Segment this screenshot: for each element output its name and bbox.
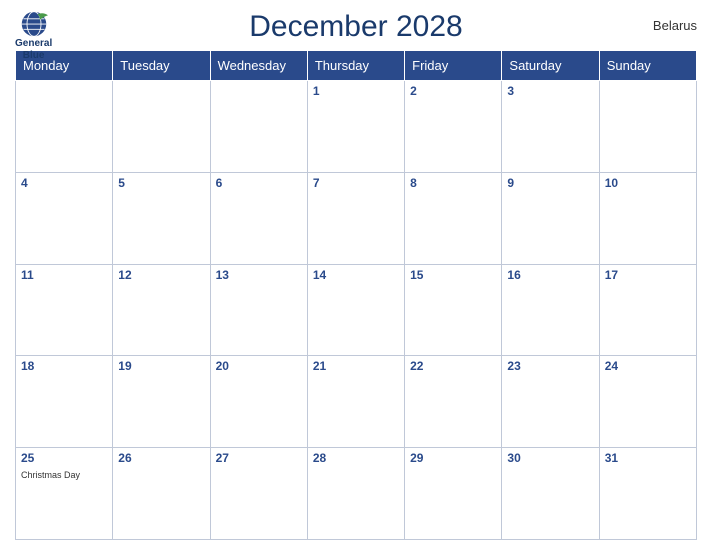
calendar-header: General Blue December 2028 Belarus [15, 10, 697, 44]
calendar-table: Monday Tuesday Wednesday Thursday Friday… [15, 50, 697, 540]
table-cell: 8 [405, 172, 502, 264]
table-cell: 29 [405, 448, 502, 540]
table-cell: 14 [307, 264, 404, 356]
week-row-1: 1 2 3 [16, 81, 697, 173]
header-thursday: Thursday [307, 51, 404, 81]
table-cell: 16 [502, 264, 599, 356]
table-cell-christmas: 25 Christmas Day [16, 448, 113, 540]
table-cell: 17 [599, 264, 696, 356]
calendar-container: General Blue December 2028 Belarus Monda… [0, 0, 712, 550]
calendar-title: December 2028 [249, 10, 462, 44]
table-cell: 1 [307, 81, 404, 173]
header-sunday: Sunday [599, 51, 696, 81]
table-cell: 7 [307, 172, 404, 264]
table-cell: 19 [113, 356, 210, 448]
logo-icon [16, 10, 52, 38]
table-cell [16, 81, 113, 173]
logo-line2: Blue [23, 50, 45, 62]
table-cell: 26 [113, 448, 210, 540]
table-cell: 27 [210, 448, 307, 540]
logo-line1: General [15, 38, 52, 50]
table-cell [113, 81, 210, 173]
week-row-2: 4 5 6 7 8 9 10 [16, 172, 697, 264]
country-label: Belarus [653, 18, 697, 33]
table-cell: 20 [210, 356, 307, 448]
table-cell: 21 [307, 356, 404, 448]
logo: General Blue [15, 10, 52, 62]
week-row-5: 25 Christmas Day 26 27 28 29 30 31 [16, 448, 697, 540]
table-cell: 30 [502, 448, 599, 540]
table-cell: 31 [599, 448, 696, 540]
table-cell: 22 [405, 356, 502, 448]
table-cell: 13 [210, 264, 307, 356]
table-cell: 24 [599, 356, 696, 448]
table-cell: 5 [113, 172, 210, 264]
table-cell [210, 81, 307, 173]
header-tuesday: Tuesday [113, 51, 210, 81]
header-saturday: Saturday [502, 51, 599, 81]
table-cell: 2 [405, 81, 502, 173]
table-cell: 12 [113, 264, 210, 356]
table-cell: 3 [502, 81, 599, 173]
table-cell: 15 [405, 264, 502, 356]
weekday-header-row: Monday Tuesday Wednesday Thursday Friday… [16, 51, 697, 81]
table-cell [599, 81, 696, 173]
header-friday: Friday [405, 51, 502, 81]
table-cell: 10 [599, 172, 696, 264]
header-wednesday: Wednesday [210, 51, 307, 81]
table-cell: 23 [502, 356, 599, 448]
week-row-3: 11 12 13 14 15 16 17 [16, 264, 697, 356]
table-cell: 6 [210, 172, 307, 264]
table-cell: 18 [16, 356, 113, 448]
table-cell: 4 [16, 172, 113, 264]
table-cell: 11 [16, 264, 113, 356]
table-cell: 28 [307, 448, 404, 540]
week-row-4: 18 19 20 21 22 23 24 [16, 356, 697, 448]
table-cell: 9 [502, 172, 599, 264]
